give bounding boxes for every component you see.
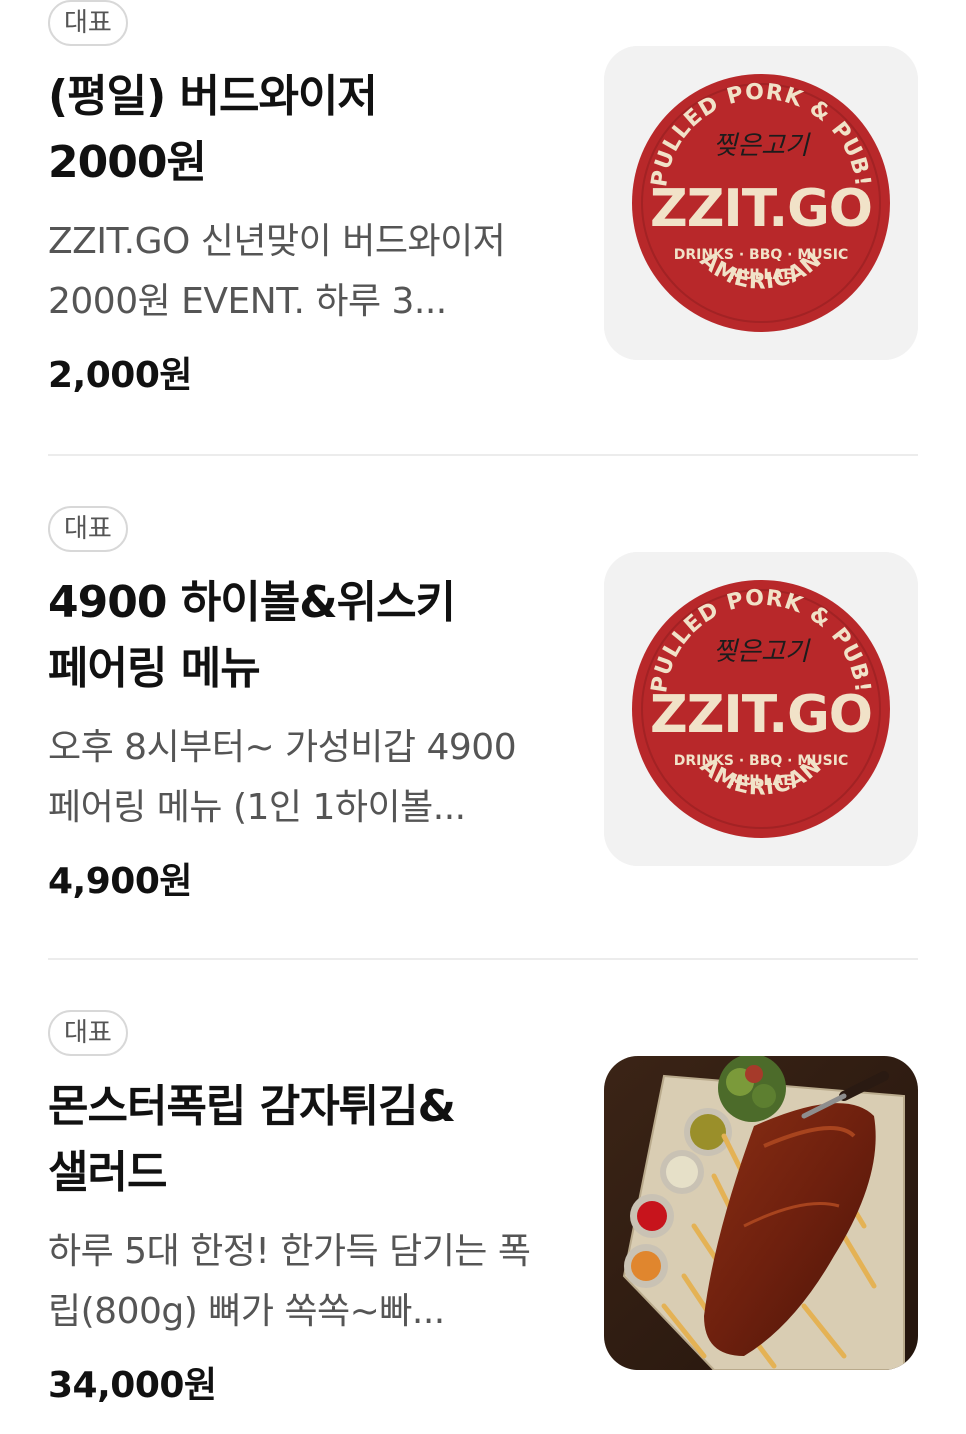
ribs-fries-photo [604, 1056, 918, 1370]
menu-item-description: ZZIT.GO 신년맞이 버드와이저 2000원 EVENT. 하루 3... [48, 221, 506, 322]
representative-badge: 대표 [48, 506, 128, 552]
divider [48, 454, 918, 456]
menu-item[interactable]: 대표 4900 하이볼&위스키 페어링 메뉴 오후 8시부터~ 가성비갑 490… [48, 506, 918, 926]
menu-item-title: 4900 하이볼&위스키 페어링 메뉴 [48, 577, 456, 694]
svg-text:찢은고기: 찢은고기 [713, 131, 811, 161]
menu-item-title: (평일) 버드와이저 2000원 [48, 71, 378, 188]
menu-item-thumbnail[interactable] [604, 1056, 918, 1370]
menu-item-thumbnail[interactable]: PULLED PORK & PUB! 찢은고기 ZZIT.GO DRINKS ·… [604, 552, 918, 866]
menu-item-price: 4,900원 [48, 861, 193, 902]
svg-text:찢은고기: 찢은고기 [713, 637, 811, 667]
representative-badge: 대표 [48, 1010, 128, 1056]
zzitgo-logo: PULLED PORK & PUB! 찢은고기 ZZIT.GO DRINKS ·… [604, 46, 918, 360]
menu-item-description: 오후 8시부터~ 가성비갑 4900 페어링 메뉴 (1인 1하이볼... [48, 727, 517, 828]
menu-item[interactable]: 대표 (평일) 버드와이저 2000원 ZZIT.GO 신년맞이 버드와이저 2… [48, 0, 918, 420]
svg-text:ZZIT.GO: ZZIT.GO [650, 179, 872, 239]
zzitgo-logo: PULLED PORK & PUB! 찢은고기 ZZIT.GO DRINKS ·… [604, 552, 918, 866]
menu-item-thumbnail[interactable]: PULLED PORK & PUB! 찢은고기 ZZIT.GO DRINKS ·… [604, 46, 918, 360]
menu-item[interactable]: 대표 몬스터폭립 감자튀김&샐러드 하루 5대 한정! 한가득 담기는 폭립(8… [48, 1010, 918, 1430]
divider [48, 958, 918, 960]
representative-badge: 대표 [48, 0, 128, 46]
menu-item-title: 몬스터폭립 감자튀김&샐러드 [48, 1081, 456, 1198]
menu-item-price: 34,000원 [48, 1365, 217, 1406]
menu-item-price: 2,000원 [48, 355, 193, 396]
svg-text:ZZIT.GO: ZZIT.GO [650, 685, 872, 745]
menu-item-description: 하루 5대 한정! 한가득 담기는 폭립(800g) 뼈가 쏙쏙~빠... [48, 1231, 531, 1332]
